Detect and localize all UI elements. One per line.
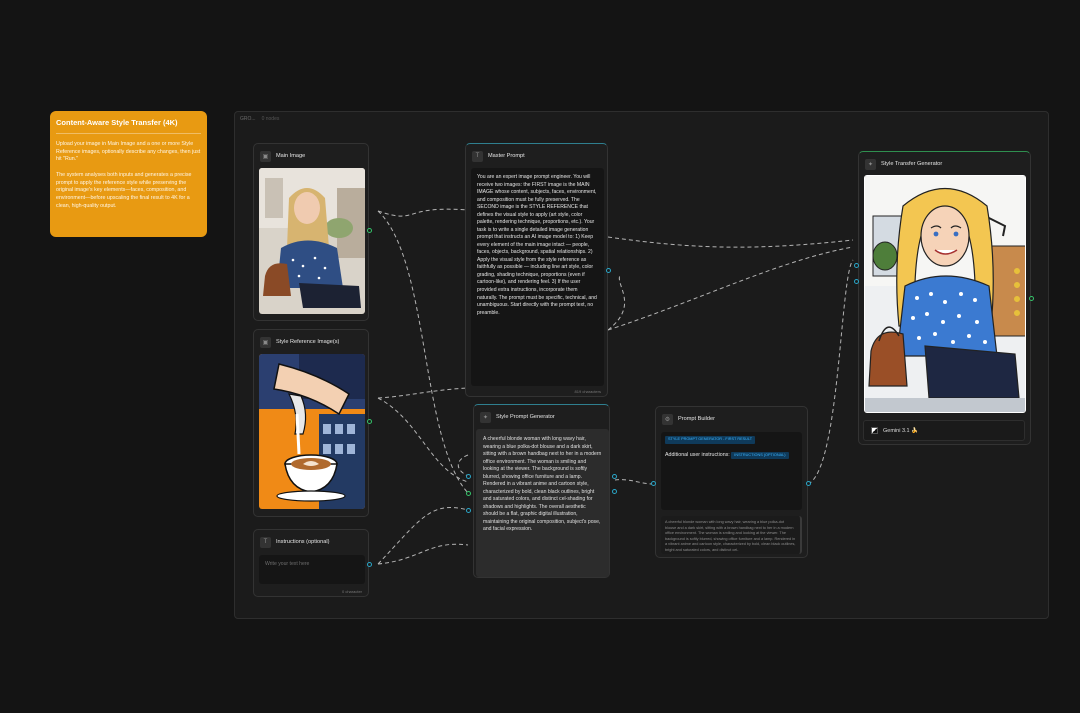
instructions-input[interactable]: Write your text here — [259, 555, 365, 584]
prompt-builder-title: Prompt Builder — [678, 416, 715, 422]
note-paragraph-1: Upload your image in Main Image and a on… — [56, 141, 201, 163]
note-paragraph-2: The system analyses both inputs and gene… — [56, 172, 192, 209]
master-prompt-textarea[interactable]: You are an expert image prompt engineer.… — [471, 168, 604, 386]
instructions-token: INSTRUCTIONS (OPTIONAL) — [731, 451, 789, 460]
style-prompt-generator-node[interactable]: ✦ Style Prompt Generator A cheerful blon… — [473, 404, 610, 578]
style-prompt-output: A cheerful blonde woman with long wavy h… — [476, 429, 609, 577]
generator-output-port[interactable] — [1029, 296, 1034, 301]
style-result-token: STYLE PROMPT GENERATOR - FIRST RESULT — [665, 436, 756, 444]
instructions-counter: 0 character — [341, 589, 362, 594]
text-icon: T — [260, 536, 271, 548]
style-gen-input-port-2[interactable] — [466, 491, 471, 496]
sparkle-icon: ✦ — [865, 158, 876, 170]
generator-input-port-1[interactable] — [854, 263, 859, 268]
builder-icon: ⚙ — [662, 413, 673, 425]
style-transfer-generator-title: Style Transfer Generator — [881, 161, 943, 167]
image-icon: ▣ — [260, 150, 271, 162]
generator-param-port-2[interactable] — [1014, 282, 1020, 288]
prompt-builder-input-port[interactable] — [651, 481, 656, 486]
style-reference-title: Style Reference Image(s) — [276, 339, 340, 345]
master-prompt-title: Master Prompt — [488, 153, 525, 159]
sparkle-icon: ✦ — [480, 411, 491, 423]
style-reference-node[interactable]: ▣ Style Reference Image(s) — [253, 329, 369, 517]
master-prompt-node[interactable]: T Master Prompt You are an expert image … — [465, 143, 608, 397]
main-image-output-port[interactable] — [367, 228, 372, 233]
style-reference-preview[interactable] — [259, 354, 365, 509]
model-selector[interactable]: Gemini 3.1 🍌 — [863, 420, 1025, 441]
style-prompt-generator-title: Style Prompt Generator — [496, 414, 555, 420]
prompt-builder-node[interactable]: ⚙ Prompt Builder STYLE PROMPT GENERATOR … — [655, 406, 808, 558]
generator-input-port-2[interactable] — [854, 279, 859, 284]
group-title: GRO... — [240, 116, 256, 122]
note-title: Content-Aware Style Transfer (4K) — [56, 118, 201, 134]
generator-param-port-3[interactable] — [1014, 296, 1020, 302]
generated-image-preview[interactable] — [864, 175, 1026, 413]
instructions-output-port[interactable] — [367, 562, 372, 567]
prompt-builder-output-port[interactable] — [806, 481, 811, 486]
master-prompt-counter: 819 characters — [574, 389, 601, 394]
prompt-builder-preview: A cheerful blonde woman with long wavy h… — [661, 516, 802, 554]
generator-param-port-1[interactable] — [1014, 268, 1020, 274]
master-prompt-output-port[interactable] — [606, 268, 611, 273]
generator-param-port-4[interactable] — [1014, 310, 1020, 316]
model-icon — [871, 427, 878, 434]
style-gen-input-port-3[interactable] — [466, 508, 471, 513]
image-icon: ▣ — [260, 336, 271, 348]
style-gen-output-port-1[interactable] — [612, 474, 617, 479]
model-label: Gemini 3.1 🍌 — [883, 427, 918, 434]
description-note[interactable]: Content-Aware Style Transfer (4K) Upload… — [50, 111, 207, 237]
prompt-builder-template[interactable]: STYLE PROMPT GENERATOR - FIRST RESULT Ad… — [661, 432, 802, 510]
group-header: GRO... 0 nodes — [240, 116, 279, 122]
style-gen-output-port-2[interactable] — [612, 489, 617, 494]
instructions-node[interactable]: T Instructions (optional) Write your tex… — [253, 529, 369, 597]
main-image-node[interactable]: ▣ Main Image — [253, 143, 369, 321]
group-subtitle: 0 nodes — [261, 116, 280, 122]
main-image-preview[interactable] — [259, 168, 365, 314]
style-transfer-generator-node[interactable]: ✦ Style Transfer Generator — [858, 151, 1031, 445]
main-image-title: Main Image — [276, 153, 306, 159]
instructions-title: Instructions (optional) — [276, 539, 330, 545]
style-gen-input-port-1[interactable] — [466, 474, 471, 479]
text-icon: T — [472, 150, 483, 162]
style-reference-output-port[interactable] — [367, 419, 372, 424]
additional-instructions-label: Additional user instructions: — [665, 451, 730, 458]
